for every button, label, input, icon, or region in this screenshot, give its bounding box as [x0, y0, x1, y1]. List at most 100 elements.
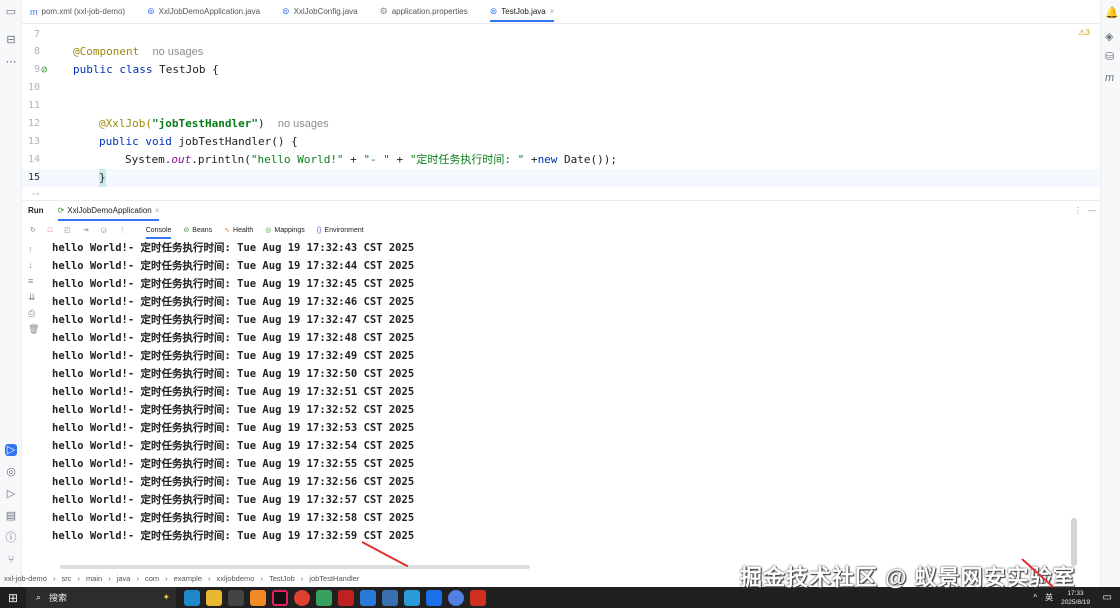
- rerun-icon[interactable]: ↻: [30, 226, 36, 234]
- code: Date());: [557, 153, 618, 166]
- class-name: TestJob {: [152, 63, 219, 76]
- tab-beans[interactable]: ⊘ Beans: [183, 220, 212, 240]
- console-scrollbar[interactable]: [1071, 518, 1077, 566]
- line-number: 10: [27, 82, 40, 93]
- vscode-icon[interactable]: [360, 589, 376, 606]
- console-line: hello World!- 定时任务执行时间: Tue Aug 19 17:32…: [52, 512, 415, 524]
- breadcrumb-item[interactable]: main: [86, 574, 102, 583]
- console-line: hello World!- 定时任务执行时间: Tue Aug 19 17:32…: [52, 350, 415, 362]
- breadcrumb-item[interactable]: com: [145, 574, 159, 583]
- breadcrumb-item[interactable]: java: [117, 574, 131, 583]
- mappings-icon: ◎: [265, 227, 272, 234]
- terminal-app-icon[interactable]: [228, 589, 244, 606]
- more-icon[interactable]: ⋯: [5, 56, 17, 68]
- app-icon[interactable]: [470, 589, 486, 606]
- console-line: hello World!- 定时任务执行时间: Tue Aug 19 17:32…: [52, 296, 415, 308]
- clear-icon[interactable]: 🗑: [28, 324, 39, 335]
- app-icon[interactable]: [404, 589, 420, 606]
- copilot-sparkle-icon: ✦: [162, 592, 170, 602]
- more-icon[interactable]: ⋮: [119, 226, 126, 234]
- tab-console[interactable]: Console: [145, 220, 171, 240]
- scroll-end-icon[interactable]: ⇊: [28, 292, 36, 303]
- tab-mappings[interactable]: ◎ Mappings: [265, 220, 304, 240]
- close-icon[interactable]: ×: [155, 206, 160, 215]
- structure-icon[interactable]: ⊟: [5, 34, 17, 46]
- ai-icon[interactable]: ◈: [1105, 30, 1113, 43]
- close-icon[interactable]: ×: [550, 7, 555, 16]
- run-config-tab[interactable]: ⟳ XxlJobDemoApplication ×: [57, 201, 160, 221]
- app-icon[interactable]: [338, 589, 354, 606]
- p-app-icon[interactable]: [426, 589, 442, 606]
- code-editor[interactable]: 7 8 @Component no usages 9 ⊘ public class T…: [22, 24, 1100, 195]
- code: +: [343, 153, 364, 166]
- app-icon[interactable]: [316, 589, 332, 606]
- console-line: hello World!- 定时任务执行时间: Tue Aug 19 17:32…: [52, 476, 415, 488]
- file-explorer-icon[interactable]: [206, 589, 222, 606]
- database-icon[interactable]: ⛁: [1105, 50, 1114, 63]
- console-line: hello World!- 定时任务执行时间: Tue Aug 19 17:32…: [52, 404, 415, 416]
- java-class-icon: ⊚: [489, 6, 498, 16]
- health-icon: ∿: [224, 227, 231, 234]
- scroll-up-icon[interactable]: ↑: [28, 244, 33, 254]
- problems-icon[interactable]: ⓘ: [5, 532, 17, 544]
- soft-wrap-icon[interactable]: ≡: [28, 276, 33, 286]
- console-line: hello World!- 定时任务执行时间: Tue Aug 19 17:32…: [52, 278, 415, 290]
- line-number: 7: [33, 29, 40, 40]
- intellij-icon[interactable]: [272, 589, 288, 606]
- breadcrumb-item[interactable]: example: [174, 574, 202, 583]
- maven-icon[interactable]: m: [1105, 72, 1114, 84]
- breadcrumb-item[interactable]: TestJob: [269, 574, 295, 583]
- maven-file-icon: m: [30, 6, 38, 17]
- more-icon[interactable]: ⋮: [1074, 206, 1082, 215]
- editor-tabs: m pom.xml (xxl-job-demo) ⊚ XxlJobDemoAppli…: [22, 0, 1100, 24]
- services-icon[interactable]: ◎: [5, 466, 17, 478]
- breadcrumb-item[interactable]: src: [61, 574, 71, 583]
- app-icon[interactable]: [448, 589, 464, 606]
- console-toolbar: ↑ ↓ ≡ ⇊ ⎙ 🗑: [22, 240, 44, 570]
- git-icon[interactable]: ⑂: [5, 554, 17, 566]
- spring-bean-gutter-icon[interactable]: ⊘: [41, 61, 48, 79]
- tab-pom[interactable]: m pom.xml (xxl-job-demo): [30, 0, 125, 24]
- screenshot-icon[interactable]: ◰: [64, 226, 71, 234]
- stop-icon[interactable]: □: [48, 227, 52, 234]
- chrome-icon[interactable]: [294, 589, 310, 606]
- chevron-right-icon: ›: [52, 573, 56, 583]
- tab-environment[interactable]: {} Environment: [317, 220, 364, 240]
- line-number: 14: [27, 154, 40, 165]
- ime-indicator[interactable]: 英: [1045, 592, 1053, 603]
- python-icon[interactable]: [382, 589, 398, 606]
- search-placeholder: 搜索: [49, 593, 68, 603]
- breadcrumb-item[interactable]: xxljobdemo: [217, 574, 255, 583]
- notification-center-icon[interactable]: ▭: [1103, 592, 1112, 603]
- terminal-icon[interactable]: ▤: [5, 510, 17, 522]
- tab-label: Health: [233, 226, 254, 234]
- scroll-down-icon[interactable]: ↓: [28, 260, 33, 270]
- breadcrumb-item[interactable]: jobTestHandler: [309, 574, 359, 583]
- taskbar-search[interactable]: ⌕ 搜索 ✦: [26, 587, 176, 608]
- edge-icon[interactable]: [184, 589, 200, 606]
- horizontal-scrollbar[interactable]: [60, 565, 530, 569]
- notifications-icon[interactable]: 🔔: [1105, 6, 1119, 19]
- console-line: hello World!- 定时任务执行时间: Tue Aug 19 17:32…: [52, 530, 415, 542]
- exit-icon[interactable]: ⇥: [83, 226, 89, 234]
- dump-icon[interactable]: ◶: [101, 226, 107, 234]
- tab-health[interactable]: ∿ Health: [224, 220, 253, 240]
- minimize-icon[interactable]: —: [1088, 206, 1096, 215]
- tab-application-java[interactable]: ⊚ XxlJobDemoApplication.java: [147, 0, 260, 24]
- print-icon[interactable]: ⎙: [28, 308, 35, 319]
- debug-icon[interactable]: ▷: [5, 488, 17, 500]
- chevron-up-icon[interactable]: ^: [1033, 593, 1037, 602]
- tab-properties[interactable]: ⚙ application.properties: [380, 0, 468, 24]
- project-icon[interactable]: ▭: [5, 6, 17, 18]
- app-icon[interactable]: [250, 589, 266, 606]
- run-tool-icon[interactable]: ▷: [5, 444, 17, 456]
- tab-config-java[interactable]: ⊚ XxlJobConfig.java: [282, 0, 358, 24]
- breadcrumb-item[interactable]: xxl-job-demo: [4, 574, 47, 583]
- console-output[interactable]: hello World!- 定时任务执行时间: Tue Aug 19 17:32…: [52, 240, 1062, 565]
- windows-start-icon[interactable]: ⊞: [8, 591, 18, 605]
- tab-testjob[interactable]: ⊚ TestJob.java ×: [489, 0, 555, 24]
- code: +: [524, 153, 538, 166]
- console-line: hello World!- 定时任务执行时间: Tue Aug 19 17:32…: [52, 458, 415, 470]
- field: out: [171, 153, 192, 166]
- line-number: 13: [27, 136, 40, 147]
